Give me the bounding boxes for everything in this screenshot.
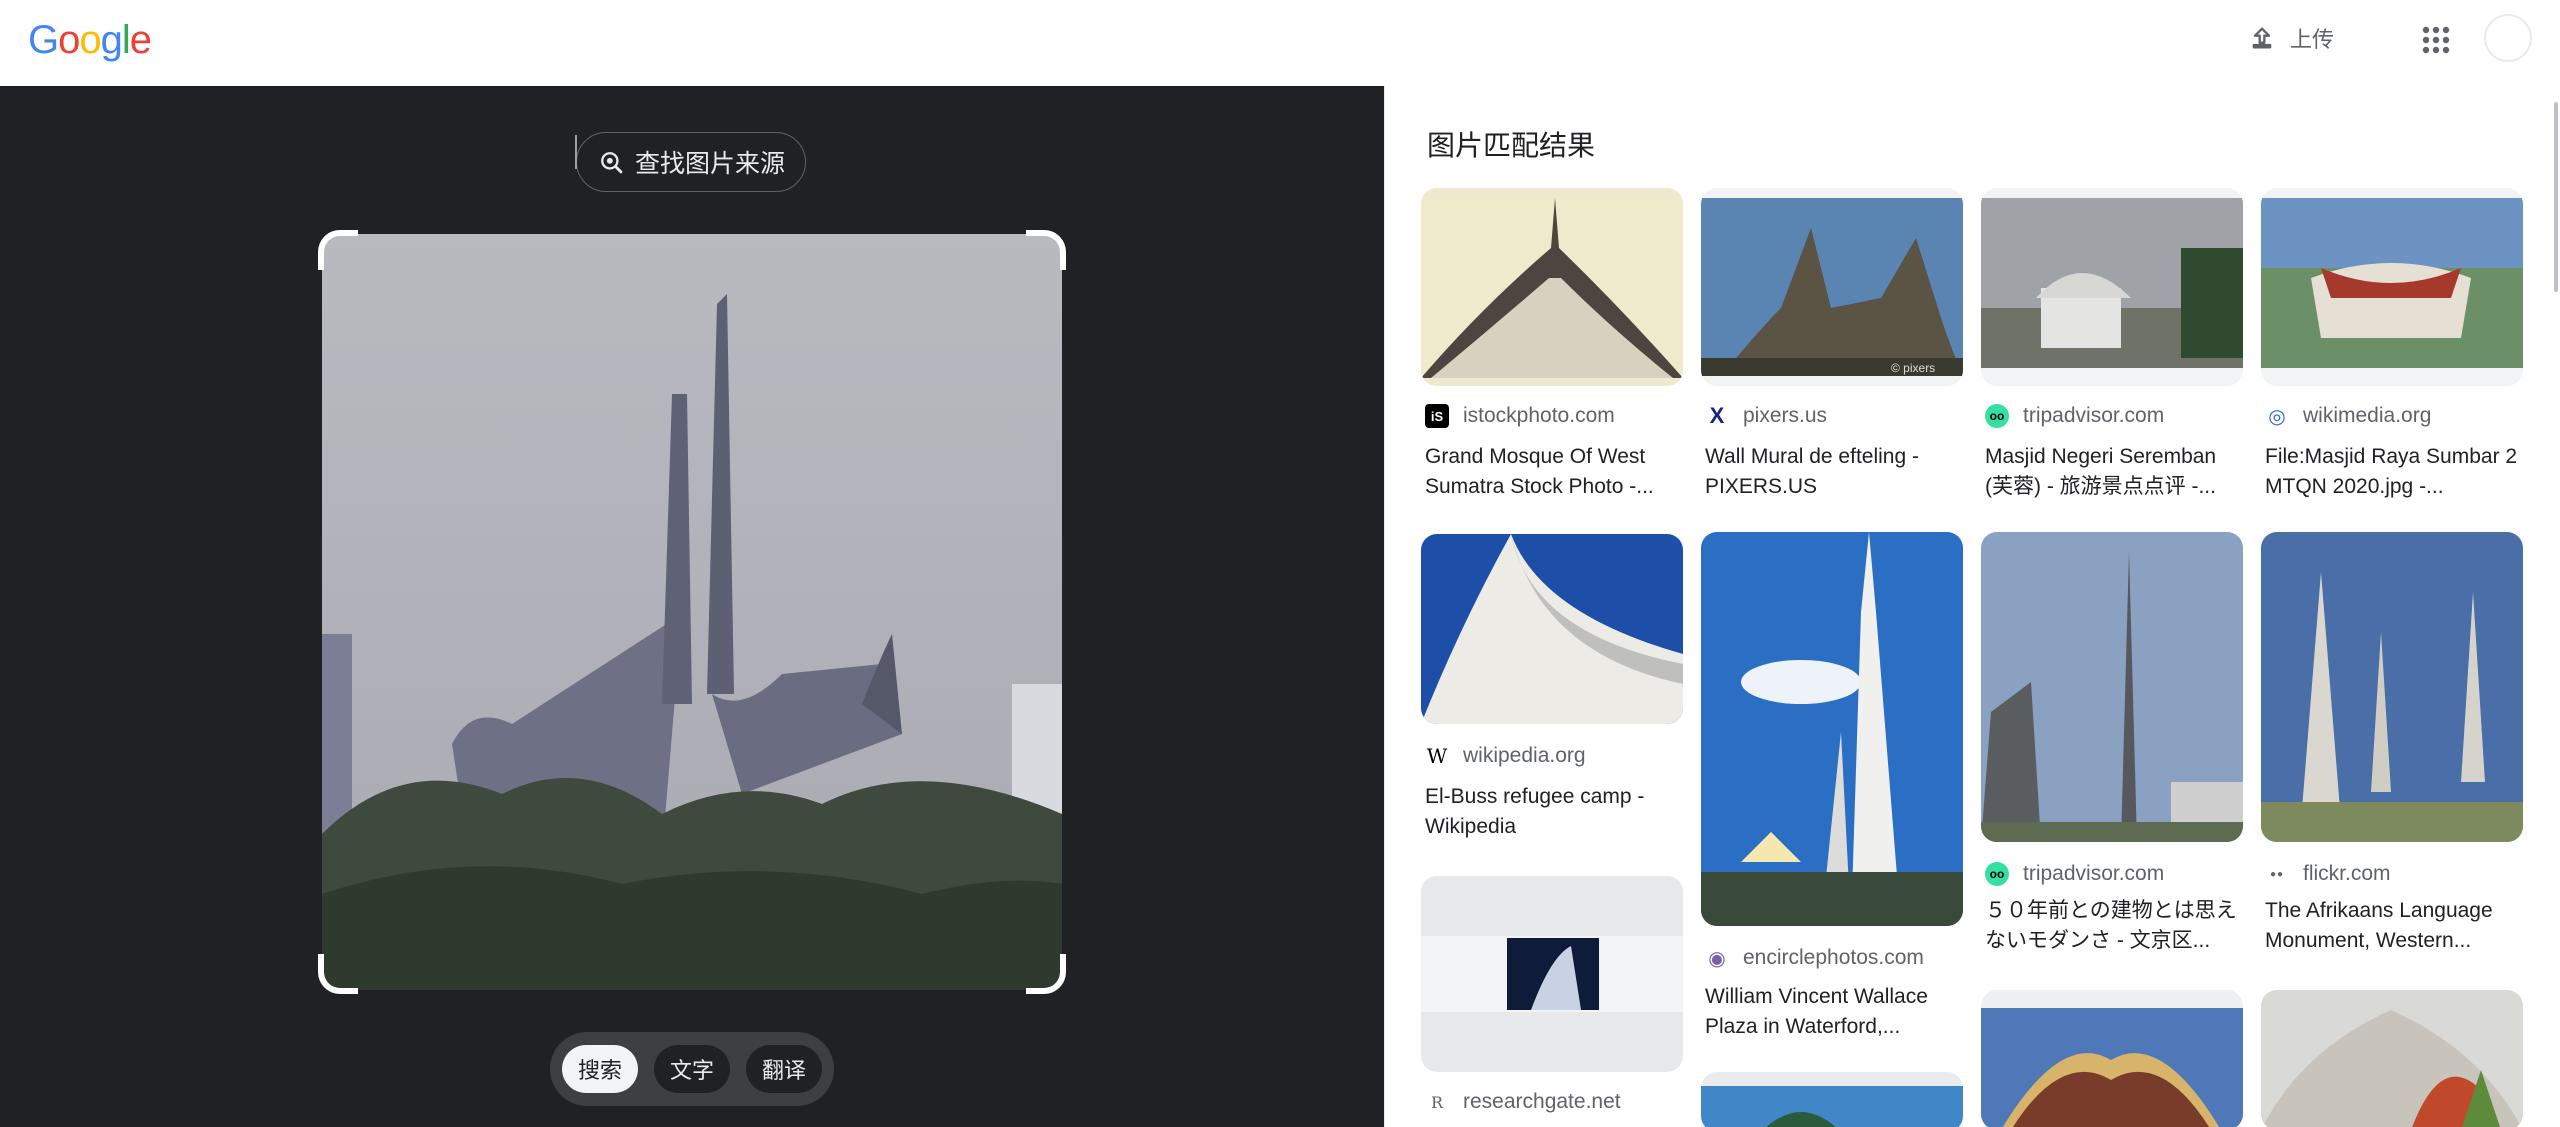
result-card[interactable]: iS istockphoto.com Grand Mosque Of West S…	[1421, 188, 1683, 508]
result-source-name: wikipedia.org	[1463, 744, 1586, 767]
result-source-name: tripadvisor.com	[2023, 862, 2165, 885]
wikipedia-favicon-icon: W	[1426, 744, 1448, 768]
result-source: Rresearchgate.net	[1425, 1090, 1621, 1114]
result-title[interactable]: The Afrikaans Language Monument, Western…	[2265, 896, 2521, 956]
upload-label: 上传	[2290, 28, 2335, 53]
crop-handle-top-left[interactable]	[318, 230, 358, 270]
result-source: oo tripadvisor.com	[1985, 862, 2164, 886]
mode-translate-button[interactable]: 翻译	[745, 1045, 822, 1093]
account-avatar[interactable]	[2484, 14, 2532, 62]
logo-letter: o	[58, 18, 80, 62]
istock-favicon-icon: iS	[1425, 404, 1449, 428]
result-thumbnail	[1701, 1072, 1963, 1127]
result-source: oo tripadvisor.com	[1985, 404, 2164, 428]
find-source-label: 查找图片来源	[634, 149, 785, 178]
result-card[interactable]: ●● flickr.com The Afrikaans Language Monu…	[2261, 532, 2523, 1052]
crop-handle-bottom-left[interactable]	[318, 954, 358, 994]
wikimedia-favicon-icon: ◎	[2268, 405, 2286, 428]
logo-letter: e	[129, 18, 152, 62]
results-panel: 图片匹配结果 iS istockphoto.com Grand Mosque Of…	[1384, 86, 2560, 1127]
result-title[interactable]: ５０年前との建物とは思えないモダンさ - 文京区...	[1985, 896, 2241, 956]
result-thumbnail	[2261, 532, 2523, 842]
result-source-name: istockphoto.com	[1463, 404, 1615, 427]
crop-area[interactable]	[318, 230, 1066, 994]
apps-grid-icon[interactable]	[2418, 22, 2454, 58]
result-thumbnail	[1421, 188, 1683, 386]
result-source-name: flickr.com	[2303, 862, 2391, 885]
result-source: iS istockphoto.com	[1425, 404, 1615, 428]
researchgate-favicon-icon: R	[1430, 1092, 1444, 1112]
flickr-favicon-icon: ●●	[2269, 868, 2285, 880]
upload-icon	[2252, 27, 2272, 49]
result-card[interactable]: Rresearchgate.net	[1421, 876, 1683, 1126]
result-source: ◉ encirclephotos.com	[1705, 946, 1924, 970]
result-thumbnail	[1981, 188, 2243, 386]
result-thumbnail	[1701, 532, 1963, 926]
logo-letter: G	[28, 18, 59, 62]
result-card[interactable]: ◉ encirclephotos.com William Vincent Wall…	[1701, 532, 1963, 1052]
result-card[interactable]: © pixers Xpixers.us Wall Mural de efteli…	[1701, 188, 1963, 508]
result-card[interactable]	[1701, 1072, 1963, 1127]
result-card[interactable]: oo tripadvisor.com Masjid Negeri Seremban…	[1981, 188, 2243, 508]
crop-handle-top-right[interactable]	[1026, 230, 1066, 270]
pixers-favicon-icon: X	[1709, 403, 1725, 428]
mode-switcher: 搜索 文字 翻译	[550, 1032, 834, 1106]
result-title[interactable]: Wall Mural de efteling - PIXERS.US	[1705, 442, 1961, 502]
result-source-name: researchgate.net	[1463, 1090, 1621, 1113]
logo-letter: o	[79, 18, 101, 62]
result-card[interactable]: oo tripadvisor.com ５０年前との建物とは思えないモダンさ - 文…	[1981, 532, 2243, 1052]
result-card[interactable]: ◎ wikimedia.org File:Masjid Raya Sumbar 2…	[2261, 188, 2523, 508]
google-logo[interactable]: Google	[28, 18, 152, 63]
lens-search-icon	[601, 152, 623, 174]
result-card[interactable]: Wwikipedia.org El-Buss refugee camp - Wi…	[1421, 534, 1683, 854]
query-image	[322, 234, 1062, 990]
result-thumbnail	[1981, 990, 2243, 1127]
result-thumbnail	[2261, 990, 2523, 1127]
result-thumbnail	[2261, 188, 2523, 386]
find-image-source-button[interactable]: 查找图片来源	[575, 132, 806, 192]
image-crop-panel: 查找图片来源 搜索 文字 翻译	[0, 86, 1384, 1127]
result-title[interactable]: Masjid Negeri Seremban (芙蓉) - 旅游景点点评 -..…	[1985, 442, 2241, 502]
result-source: ●● flickr.com	[2265, 862, 2391, 886]
encirclephotos-favicon-icon: ◉	[1708, 947, 1726, 970]
logo-letter: l	[121, 18, 131, 62]
result-source: ◎ wikimedia.org	[2265, 404, 2431, 428]
crop-handle-bottom-right[interactable]	[1026, 954, 1066, 994]
result-source: Xpixers.us	[1705, 403, 1828, 428]
result-thumbnail	[1981, 532, 2243, 842]
logo-letter: g	[100, 18, 123, 62]
mode-text-button[interactable]: 文字	[653, 1045, 730, 1093]
svg-text:© pixers: © pixers	[1891, 361, 1935, 375]
result-thumbnail	[1421, 534, 1683, 724]
result-thumbnail	[1421, 876, 1683, 1072]
results-scrollbar[interactable]	[2554, 102, 2558, 292]
top-bar: Google 上传	[0, 0, 2560, 86]
result-thumbnail: © pixers	[1701, 188, 1963, 386]
result-card[interactable]	[2261, 990, 2523, 1127]
upload-button[interactable]: 上传	[2248, 18, 2334, 58]
result-source-name: encirclephotos.com	[1743, 946, 1924, 969]
tripadvisor-favicon-icon: oo	[1985, 862, 2009, 886]
results-heading: 图片匹配结果	[1427, 129, 1596, 162]
mode-search-button[interactable]: 搜索	[562, 1045, 639, 1093]
result-source-name: pixers.us	[1743, 404, 1828, 427]
result-source-name: tripadvisor.com	[2023, 404, 2165, 427]
result-title[interactable]: File:Masjid Raya Sumbar 2 MTQN 2020.jpg …	[2265, 442, 2521, 502]
result-title[interactable]: William Vincent Wallace Plaza in Waterfo…	[1705, 982, 1961, 1042]
text-cursor	[575, 135, 577, 169]
result-source: Wwikipedia.org	[1425, 744, 1586, 768]
tripadvisor-favicon-icon: oo	[1985, 404, 2009, 428]
result-title[interactable]: Grand Mosque Of West Sumatra Stock Photo…	[1425, 442, 1681, 502]
result-card[interactable]	[1981, 990, 2243, 1127]
result-source-name: wikimedia.org	[2303, 404, 2432, 427]
result-title[interactable]: El-Buss refugee camp - Wikipedia	[1425, 782, 1681, 842]
